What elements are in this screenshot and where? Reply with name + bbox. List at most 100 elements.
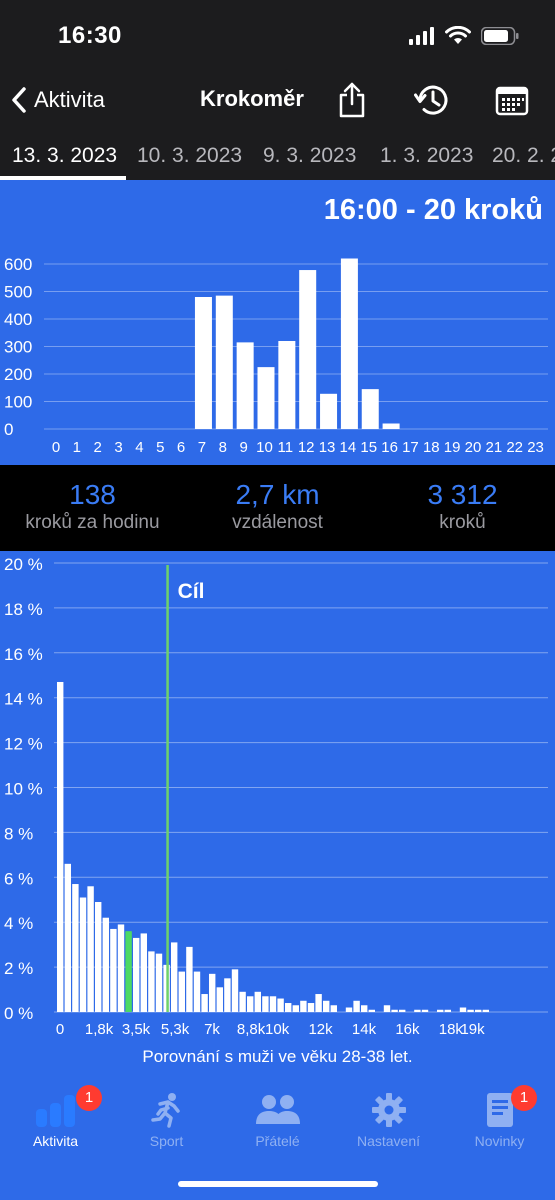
- tab-novinky[interactable]: 1 Novinky: [444, 1085, 555, 1149]
- hourly-bar: [215, 295, 233, 429]
- distribution-x-tick-label: 5,3k: [161, 1021, 190, 1038]
- distribution-x-tick-label: 7k: [204, 1021, 220, 1038]
- hourly-x-tick-label: 16: [381, 439, 398, 456]
- notification-badge: 1: [76, 1085, 102, 1111]
- distribution-bar: [133, 937, 140, 1012]
- distribution-bar: [64, 863, 71, 1012]
- history-icon: [414, 85, 448, 115]
- distribution-bar: [155, 953, 163, 1012]
- distribution-bar: [148, 951, 155, 1012]
- stats-band: 138 kroků za hodinu 2,7 km vzdálenost 3 …: [0, 465, 555, 551]
- stat-value: 3 312: [427, 479, 498, 510]
- status-icons: [409, 26, 519, 45]
- distribution-bar: [269, 996, 277, 1012]
- hourly-x-tick-label: 18: [423, 439, 440, 456]
- distribution-y-tick-label: 16 %: [4, 645, 43, 664]
- distribution-bar: [307, 1003, 315, 1012]
- cellular-signal-icon: [409, 26, 434, 45]
- hourly-x-tick-label: 13: [319, 439, 336, 456]
- distribution-bar: [254, 991, 261, 1012]
- distribution-y-tick-label: 12 %: [4, 735, 43, 754]
- tab-pratele[interactable]: Přátelé: [222, 1089, 333, 1149]
- hourly-bar: [382, 423, 400, 429]
- hourly-bar: [361, 389, 379, 429]
- distribution-x-tick-label: 0: [56, 1021, 64, 1038]
- distribution-bar: [391, 1009, 398, 1012]
- tab-label: Sport: [149, 1133, 184, 1149]
- distribution-y-tick-label: 4 %: [4, 914, 33, 933]
- distribution-bar: [482, 1009, 489, 1012]
- share-button[interactable]: [332, 80, 372, 120]
- hourly-y-tick-label: 500: [4, 283, 32, 302]
- hourly-bar: [299, 270, 317, 429]
- stat-value: 2,7 km: [235, 479, 320, 510]
- hourly-y-tick-label: 400: [4, 310, 32, 329]
- calendar-icon: [495, 86, 529, 116]
- hourly-x-tick-label: 12: [298, 439, 315, 456]
- distribution-bar: [414, 1009, 421, 1012]
- date-tab-0[interactable]: 13. 3. 2023: [12, 144, 117, 168]
- hourly-x-tick-label: 3: [114, 439, 122, 456]
- distribution-bar: [467, 1009, 474, 1012]
- share-icon: [339, 82, 365, 118]
- tab-aktivita[interactable]: 1 Aktivita: [0, 1085, 111, 1149]
- hourly-x-tick-label: 19: [444, 439, 461, 456]
- distribution-bar: [239, 991, 246, 1012]
- distribution-bar: [368, 1009, 375, 1012]
- distribution-bar: [345, 1007, 353, 1012]
- hourly-bar: [194, 297, 212, 429]
- tab-label: Aktivita: [32, 1133, 79, 1149]
- distribution-bar: [110, 928, 117, 1012]
- hourly-x-tick-label: 22: [506, 439, 523, 456]
- date-tab-2[interactable]: 9. 3. 2023: [263, 144, 356, 168]
- hourly-x-tick-label: 23: [527, 439, 544, 456]
- runner-icon: [150, 1093, 180, 1128]
- distribution-bar: [117, 924, 125, 1012]
- calendar-button[interactable]: [492, 80, 532, 120]
- wifi-icon: [445, 26, 471, 44]
- hourly-steps-chart[interactable]: 0 100 200 300 400 500 600 0 1 2 3 4 5 6 7 8 9 10 11 12 13 14 1…: [0, 180, 555, 465]
- distribution-x-tick-label: 10k: [265, 1021, 290, 1038]
- hourly-bar: [320, 393, 338, 429]
- tab-nastaveni[interactable]: Nastavení: [333, 1089, 444, 1149]
- distribution-x-tick-label: 1,8k: [85, 1021, 114, 1038]
- distribution-bar: [216, 987, 223, 1012]
- hourly-x-tick-label: 21: [486, 439, 503, 456]
- distribution-bar: [209, 973, 216, 1012]
- distribution-bar: [178, 971, 185, 1012]
- distribution-bar: [475, 1009, 482, 1012]
- hourly-x-tick-label: 20: [465, 439, 482, 456]
- history-button[interactable]: [412, 80, 452, 120]
- date-tab-1[interactable]: 10. 3. 2023: [137, 144, 242, 168]
- back-button[interactable]: Aktivita: [10, 82, 105, 118]
- hourly-x-tick-label: 9: [239, 439, 247, 456]
- hourly-x-tick-label: 17: [402, 439, 419, 456]
- distribution-bar: [277, 998, 284, 1012]
- distribution-bar: [72, 884, 79, 1012]
- distribution-x-tick-label: 19k: [460, 1021, 485, 1038]
- stat-value: 138: [69, 479, 116, 510]
- home-indicator: [178, 1181, 378, 1187]
- hourly-bar: [236, 342, 254, 429]
- hourly-bar: [257, 367, 275, 429]
- goal-label: Cíl: [178, 580, 205, 603]
- gear-icon: [371, 1093, 406, 1127]
- distribution-bar: [79, 897, 87, 1012]
- distribution-y-tick-label: 6 %: [4, 869, 33, 888]
- distribution-bar: [300, 1000, 307, 1012]
- hourly-x-tick-label: 0: [52, 439, 60, 456]
- distribution-bar: [87, 886, 94, 1012]
- distribution-bar: [102, 917, 109, 1012]
- tab-sport[interactable]: Sport: [111, 1089, 222, 1149]
- distribution-bar: [262, 996, 269, 1012]
- distribution-bar: [437, 1009, 444, 1012]
- status-time: 16:30: [58, 22, 122, 49]
- hourly-x-tick-label: 7: [198, 439, 206, 456]
- distribution-x-tick-label: 12k: [308, 1021, 333, 1038]
- tab-label: Přátelé: [255, 1133, 300, 1149]
- date-tab-3[interactable]: 1. 3. 2023: [380, 144, 473, 168]
- date-tab-4[interactable]: 20. 2. 2023: [492, 144, 555, 168]
- distribution-bar: [231, 969, 239, 1012]
- tab-label: Nastavení: [356, 1133, 421, 1149]
- stat-label: vzdálenost: [232, 512, 323, 533]
